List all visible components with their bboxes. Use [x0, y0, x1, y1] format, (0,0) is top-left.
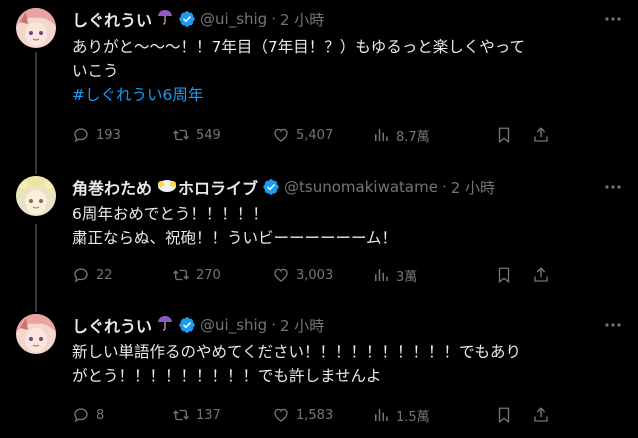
more-options-icon[interactable]: [602, 8, 624, 30]
author-handle[interactable]: @ui_shig: [200, 10, 267, 28]
tweet-text-body: ありがと〜〜〜！！7年目（7年目！？）もゆるっと楽しくやって いこう: [72, 38, 525, 80]
retweet-count: 549: [196, 127, 221, 143]
view-count: 8.7萬: [396, 129, 430, 145]
umbrella-icon: [156, 314, 174, 336]
tweet-actions: 8 137 1,583 1.5萬: [72, 404, 602, 426]
retweet-count: 270: [196, 267, 221, 283]
author-name-suffix[interactable]: ホロライブ: [178, 175, 258, 199]
author-handle[interactable]: @ui_shig: [200, 316, 267, 334]
tweet-header: しぐれうい @ui_shig · 2 小時: [72, 314, 324, 336]
reply-icon: [74, 128, 88, 143]
avatar-tsunomaki-watame[interactable]: [16, 176, 56, 216]
verified-badge-icon: [262, 178, 280, 196]
bookmark-button[interactable]: [495, 406, 519, 424]
verified-badge-icon: [178, 10, 196, 28]
retweet-icon: [173, 409, 189, 421]
bookmark-button[interactable]: [495, 126, 519, 144]
tweet-1[interactable]: しぐれうい @ui_shig · 2 小時 ありがと〜〜〜！！7年目（7年目！？…: [0, 0, 638, 160]
reply-count: 22: [96, 267, 113, 283]
separator-dot: ·: [441, 178, 447, 196]
author-name[interactable]: 角巻わため: [72, 175, 152, 199]
reply-button[interactable]: 193: [72, 126, 121, 144]
reply-count: 8: [96, 407, 105, 423]
tweet-header: しぐれうい @ui_shig · 2 小時: [72, 8, 324, 30]
tweet-actions: 22 270 3,003 3萬: [72, 264, 602, 286]
author-handle[interactable]: @tsunomakiwatame: [284, 178, 438, 196]
views-button[interactable]: 1.5萬: [372, 406, 430, 425]
tweet-header: 角巻わため ホロライブ @tsunomakiwatame · 2 小時: [72, 176, 495, 198]
retweet-button[interactable]: 270: [172, 266, 221, 284]
tweet-timestamp[interactable]: 2 小時: [280, 9, 324, 30]
views-button[interactable]: 3萬: [372, 266, 417, 285]
retweet-count: 137: [196, 407, 221, 423]
share-icon: [534, 267, 548, 282]
reply-icon: [74, 268, 88, 283]
more-options-icon[interactable]: [602, 176, 624, 198]
thread-line: [35, 160, 37, 174]
bookmark-icon: [498, 407, 510, 424]
umbrella-icon: [156, 8, 174, 30]
share-icon: [534, 407, 548, 422]
reply-icon: [74, 408, 88, 423]
like-button[interactable]: 5,407: [272, 126, 333, 144]
reply-button[interactable]: 22: [72, 266, 113, 284]
retweet-button[interactable]: 549: [172, 126, 221, 144]
like-count: 3,003: [296, 267, 334, 283]
retweet-icon: [173, 269, 189, 281]
retweet-icon: [173, 129, 189, 141]
like-button[interactable]: 1,583: [272, 406, 333, 424]
view-count: 3萬: [396, 269, 418, 285]
tweet-actions: 193 549 5,407 8.7萬: [72, 124, 602, 146]
views-button[interactable]: 8.7萬: [372, 126, 430, 145]
verified-badge-icon: [178, 316, 196, 334]
tweet-text: 新しい単語作るのやめてください！！！！！！！！！！でもあり がとう！！！！！！！…: [72, 343, 522, 385]
separator-dot: ·: [271, 10, 276, 28]
reply-button[interactable]: 8: [72, 406, 104, 424]
separator-dot: ·: [271, 316, 276, 334]
share-button[interactable]: [532, 126, 556, 144]
heart-icon: [274, 408, 288, 422]
bookmark-icon: [498, 267, 510, 284]
reply-count: 193: [96, 127, 121, 143]
like-count: 1,583: [296, 407, 334, 423]
analytics-icon: [375, 409, 388, 421]
author-name[interactable]: しぐれうい: [72, 313, 152, 337]
tweet-3[interactable]: しぐれうい @ui_shig · 2 小時 新しい単語作るのやめてください！！！…: [0, 298, 638, 438]
heart-icon: [274, 128, 288, 142]
heart-icon: [274, 268, 288, 282]
share-button[interactable]: [532, 266, 556, 284]
avatar-shigure-ui[interactable]: [16, 314, 56, 354]
bookmark-button[interactable]: [495, 266, 519, 284]
like-button[interactable]: 3,003: [272, 266, 333, 284]
bookmark-icon: [498, 127, 510, 144]
hashtag-link[interactable]: #しぐれうい6周年: [72, 86, 203, 104]
analytics-icon: [375, 129, 388, 141]
share-icon: [534, 127, 548, 142]
tweet-timestamp[interactable]: 2 小時: [280, 315, 324, 336]
sheep-icon: [156, 176, 178, 198]
tweet-timestamp[interactable]: 2 小時: [451, 177, 495, 198]
thread-line: [35, 224, 37, 298]
thread-line: [35, 298, 37, 312]
analytics-icon: [375, 269, 388, 281]
retweet-button[interactable]: 137: [172, 406, 221, 424]
avatar-shigure-ui[interactable]: [16, 8, 56, 48]
more-options-icon[interactable]: [602, 314, 624, 336]
like-count: 5,407: [296, 127, 334, 143]
tweet-text: ありがと〜〜〜！！7年目（7年目！？）もゆるっと楽しくやって いこう #しぐれう…: [72, 35, 617, 107]
author-name[interactable]: しぐれうい: [72, 7, 152, 31]
tweet-text: 6周年おめでとう！！！！！ 粛正ならぬ、祝砲！！ういビーーーーーーム！: [72, 205, 398, 247]
view-count: 1.5萬: [396, 409, 430, 425]
share-button[interactable]: [532, 406, 556, 424]
thread-line: [35, 52, 37, 160]
tweet-2[interactable]: 角巻わため ホロライブ @tsunomakiwatame · 2 小時 6周年お…: [0, 160, 638, 298]
